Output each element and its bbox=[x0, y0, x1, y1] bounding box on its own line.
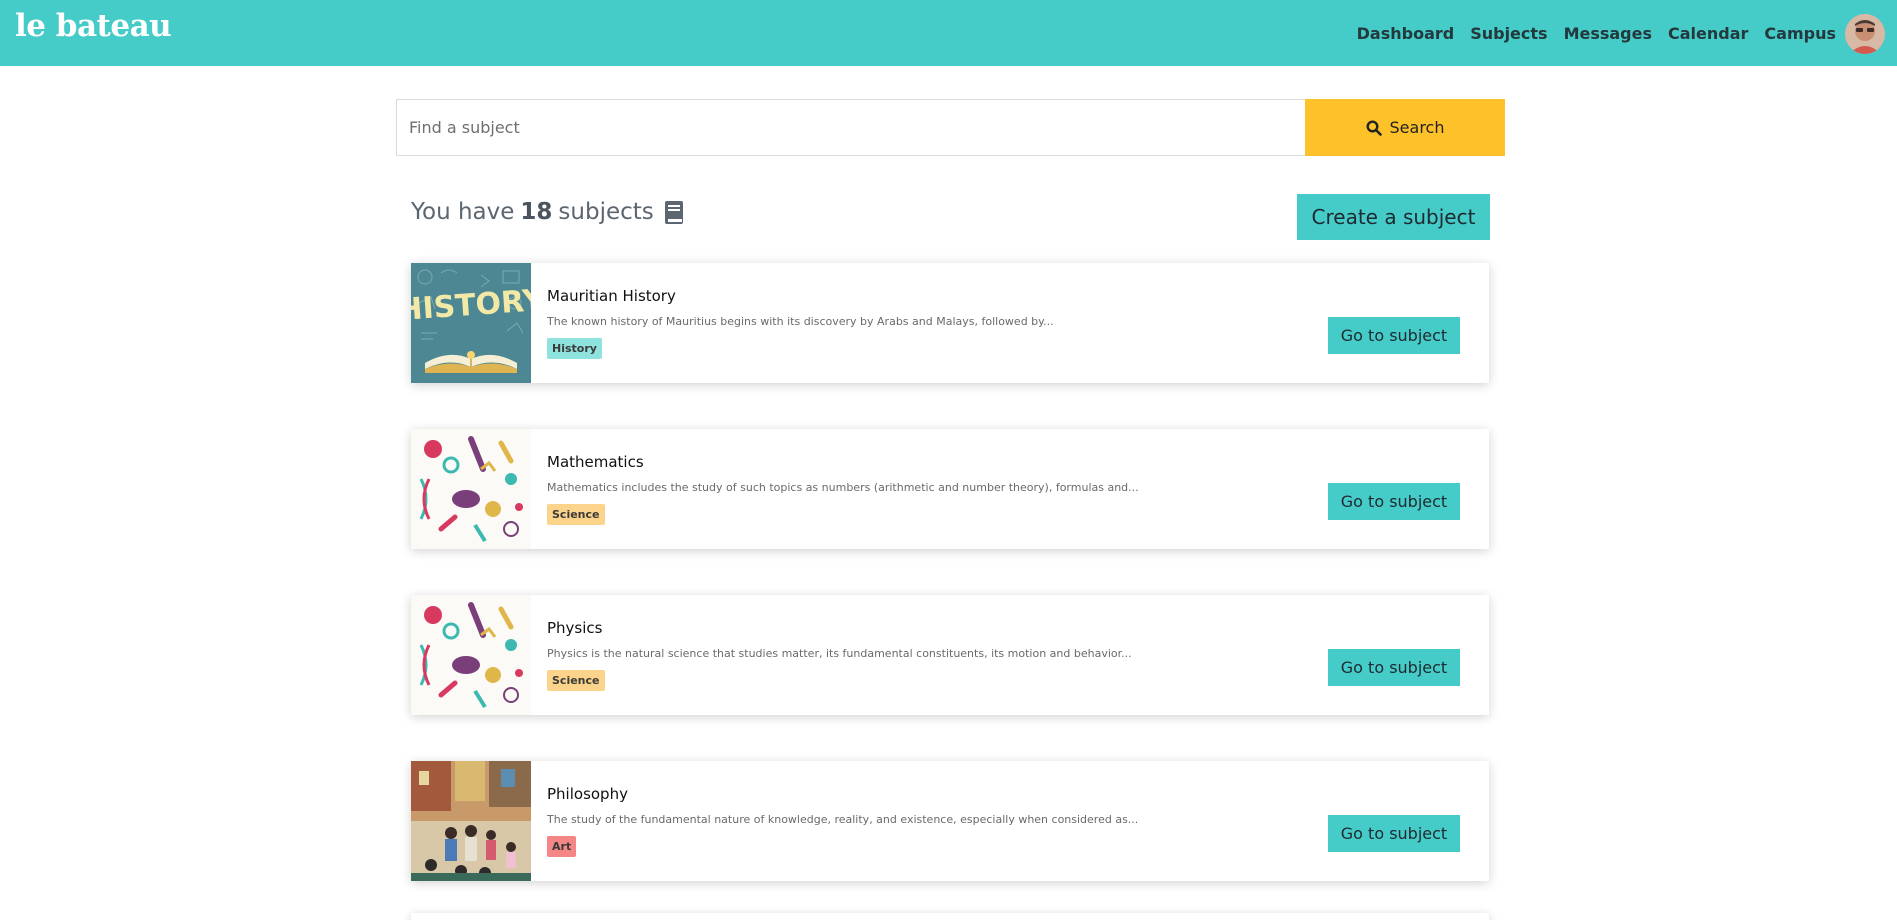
search-bar: Search bbox=[396, 99, 1505, 156]
go-to-subject-button[interactable]: Go to subject bbox=[1328, 317, 1460, 354]
search-icon bbox=[1366, 119, 1382, 136]
subject-card: HISTORY Mauritian History The known hist… bbox=[411, 263, 1489, 383]
go-to-subject-button[interactable]: Go to subject bbox=[1328, 649, 1460, 686]
search-button-label: Search bbox=[1389, 118, 1445, 137]
nav-item-dashboard[interactable]: Dashboard bbox=[1357, 24, 1455, 43]
subject-description: Mathematics includes the study of such t… bbox=[547, 481, 1139, 494]
search-button[interactable]: Search bbox=[1305, 99, 1505, 156]
nav-item-messages[interactable]: Messages bbox=[1564, 24, 1652, 43]
science-doodle-image bbox=[411, 595, 531, 715]
subject-title[interactable]: Philosophy bbox=[547, 785, 628, 803]
subject-title[interactable]: Mauritian History bbox=[547, 287, 676, 305]
subject-title[interactable]: Mathematics bbox=[547, 453, 644, 471]
subject-description: The known history of Mauritius begins wi… bbox=[547, 315, 1054, 328]
nav-item-campus[interactable]: Campus bbox=[1764, 24, 1836, 43]
subject-tag: Science bbox=[547, 670, 605, 691]
book-icon bbox=[664, 200, 683, 224]
subject-tag: History bbox=[547, 338, 602, 359]
nav-item-subjects[interactable]: Subjects bbox=[1470, 24, 1547, 43]
subject-card: Mathematics Mathematics includes the stu… bbox=[411, 429, 1489, 549]
subjects-count: 18 bbox=[520, 199, 553, 225]
subject-card-partial bbox=[411, 913, 1489, 920]
subjects-count-heading: You have 18 subjects bbox=[411, 199, 684, 225]
create-subject-button[interactable]: Create a subject bbox=[1297, 194, 1490, 240]
subject-description: The study of the fundamental nature of k… bbox=[547, 813, 1139, 826]
search-input[interactable] bbox=[396, 99, 1305, 156]
subject-card: Philosophy The study of the fundamental … bbox=[411, 761, 1489, 881]
subject-card: Physics Physics is the natural science t… bbox=[411, 595, 1489, 715]
user-avatar[interactable] bbox=[1845, 14, 1885, 54]
heading-suffix: subjects bbox=[558, 199, 654, 225]
subject-tag: Science bbox=[547, 504, 605, 525]
subject-title[interactable]: Physics bbox=[547, 619, 602, 637]
history-book-image: HISTORY bbox=[411, 263, 531, 383]
nav-links: Dashboard Subjects Messages Calendar Cam… bbox=[1357, 0, 1836, 66]
brand-logo[interactable]: le bateau bbox=[15, 8, 172, 44]
heading-prefix: You have bbox=[411, 199, 515, 225]
subject-description: Physics is the natural science that stud… bbox=[547, 647, 1132, 660]
go-to-subject-button[interactable]: Go to subject bbox=[1328, 815, 1460, 852]
nav-item-calendar[interactable]: Calendar bbox=[1668, 24, 1748, 43]
painting-image bbox=[411, 761, 531, 881]
avatar-icon bbox=[1845, 14, 1885, 54]
go-to-subject-button[interactable]: Go to subject bbox=[1328, 483, 1460, 520]
top-navbar: le bateau Dashboard Subjects Messages Ca… bbox=[0, 0, 1897, 66]
subject-tag: Art bbox=[547, 836, 577, 857]
science-doodle-image bbox=[411, 429, 531, 549]
